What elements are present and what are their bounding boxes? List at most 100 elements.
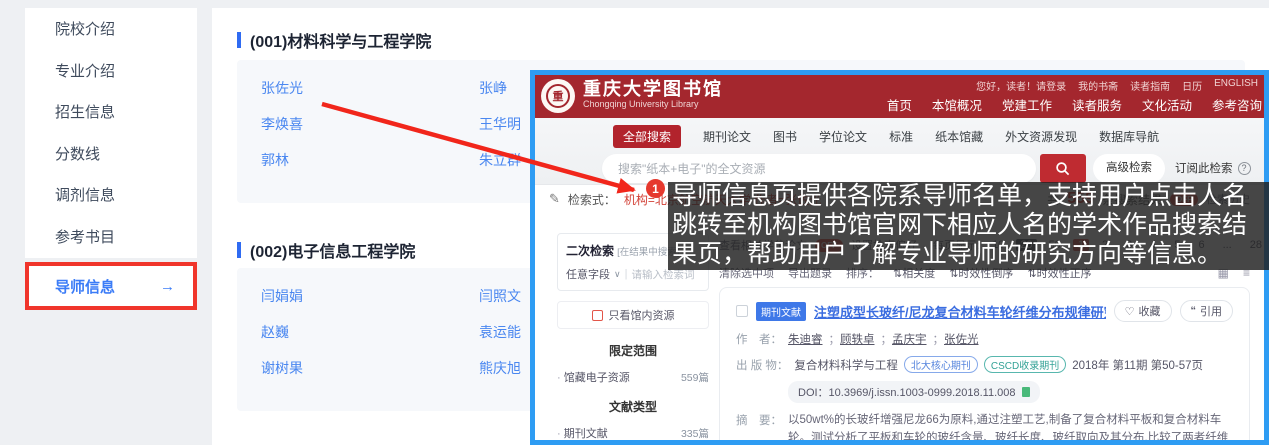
- topbar-link-reader-guide[interactable]: 读者指南: [1130, 78, 1170, 93]
- authors-label: 作 者：: [736, 331, 782, 347]
- topbar-link-english[interactable]: ENGLISH: [1214, 78, 1258, 93]
- section-accent-bar: [237, 242, 241, 258]
- sidebar-item-score-line[interactable]: 分数线: [25, 133, 197, 175]
- sidebar-item-college-intro[interactable]: 院校介绍: [25, 8, 197, 50]
- section-accent-bar: [237, 32, 241, 48]
- section-header-001: (001)材料科学与工程学院: [237, 28, 431, 52]
- result-checkbox[interactable]: [736, 305, 748, 317]
- library-nav: 首页 本馆概况 党建工作 读者服务 文化活动 参考咨询: [887, 95, 1262, 114]
- library-logo: 重: [541, 79, 575, 113]
- result-card: 期刊文献 注塑成型长玻纤/尼龙复合材料车轮纤维分布规律研究 ♡ 收藏 “ 引用 …: [719, 287, 1250, 445]
- tab-paper-holdings[interactable]: 纸本馆藏: [935, 128, 983, 145]
- topbar-link-my-study[interactable]: 我的书斋: [1078, 78, 1118, 93]
- filter-count: 335篇: [681, 426, 709, 441]
- author-link[interactable]: 顾轶卓: [829, 331, 875, 347]
- sidebar-item-admission-info[interactable]: 招生信息: [25, 91, 197, 133]
- field-divider: |: [625, 268, 628, 280]
- only-local-checkbox-row[interactable]: 只看馆内资源: [557, 301, 709, 329]
- subscribe-search-link[interactable]: 订阅此检索 ?: [1175, 160, 1251, 176]
- teacher-link[interactable]: 赵巍: [261, 322, 479, 342]
- search-input[interactable]: [602, 154, 1036, 183]
- abstract-row: 摘 要： 以50wt%的长玻纤增强尼龙66为原料,通过注塑工艺,制备了复合材料平…: [736, 412, 1233, 445]
- checkbox-icon[interactable]: [592, 310, 603, 321]
- search-button[interactable]: [1040, 154, 1086, 183]
- heart-icon: ♡: [1125, 305, 1135, 318]
- publication-row: 出 版 物： 复合材料科学与工程 北大核心期刊 CSCD收录期刊 2018年 第…: [736, 356, 1233, 373]
- search-section: 全部搜索 期刊论文 图书 学位论文 标准 纸本馆藏 外文资源发现 数据库导航 高…: [535, 118, 1264, 185]
- pen-icon: ✎: [549, 191, 560, 207]
- collect-button[interactable]: ♡ 收藏: [1114, 300, 1172, 322]
- tab-journal-papers[interactable]: 期刊论文: [703, 128, 751, 145]
- sidebar-item-major-intro[interactable]: 专业介绍: [25, 50, 197, 92]
- tab-database-nav[interactable]: 数据库导航: [1099, 128, 1159, 145]
- field-select[interactable]: 任意字段: [566, 266, 610, 282]
- library-seal-icon: 重: [546, 84, 570, 108]
- teacher-link[interactable]: 闫娟娟: [261, 286, 479, 306]
- result-title-row: 期刊文献 注塑成型长玻纤/尼龙复合材料车轮纤维分布规律研究 ♡ 收藏 “ 引用: [736, 300, 1233, 322]
- filter-item-eresource[interactable]: 馆藏电子资源 559篇: [557, 369, 709, 385]
- publication-name[interactable]: 复合材料科学与工程: [794, 357, 898, 373]
- teacher-link[interactable]: 李焕喜: [261, 114, 479, 134]
- author-link[interactable]: 张佐光: [933, 331, 979, 347]
- teacher-link[interactable]: 郭林: [261, 150, 479, 170]
- topbar-link-calendar[interactable]: 日历: [1182, 78, 1202, 93]
- quote-icon: “: [1191, 305, 1197, 317]
- help-icon[interactable]: ?: [1238, 162, 1251, 175]
- sidebar: 院校介绍 专业介绍 招生信息 分数线 调剂信息 参考书目: [25, 8, 197, 258]
- advanced-search-button[interactable]: 高级检索: [1093, 154, 1165, 183]
- library-topbar: 您好，读者！请登录 我的书斋 读者指南 日历 ENGLISH: [976, 78, 1258, 93]
- section-title: (002)电子信息工程学院: [250, 238, 415, 262]
- section-title: (001)材料科学与工程学院: [250, 28, 431, 52]
- page: 院校介绍 专业介绍 招生信息 分数线 调剂信息 参考书目 导师信息 → (001…: [0, 0, 1269, 445]
- annotation-step-badge: 1: [646, 179, 665, 198]
- tab-theses[interactable]: 学位论文: [819, 128, 867, 145]
- sidebar-item-adjustment-info[interactable]: 调剂信息: [25, 174, 197, 216]
- nav-reader-service[interactable]: 读者服务: [1072, 95, 1122, 114]
- author-link[interactable]: 朱迪睿: [788, 331, 823, 347]
- greeting-login-link[interactable]: 您好，读者！请登录: [976, 78, 1066, 93]
- cite-label: 引用: [1200, 303, 1222, 319]
- abstract-text: 以50wt%的长玻纤增强尼龙66为原料,通过注塑工艺,制备了复合材料平板和复合材…: [788, 412, 1233, 445]
- tab-books[interactable]: 图书: [773, 128, 797, 145]
- author-link[interactable]: 孟庆宇: [881, 331, 927, 347]
- fulltext-doc-icon[interactable]: [1022, 387, 1030, 397]
- result-title-link[interactable]: 注塑成型长玻纤/尼龙复合材料车轮纤维分布规律研究: [814, 302, 1106, 321]
- arrow-right-icon: →: [160, 278, 175, 295]
- sidebar-item-label: 参考书目: [55, 226, 115, 247]
- nav-party[interactable]: 党建工作: [1002, 95, 1052, 114]
- sidebar-item-mentor-info-highlighted[interactable]: 导师信息 →: [25, 262, 197, 310]
- nav-reference[interactable]: 参考咨询: [1212, 95, 1262, 114]
- filter-group-title-scope: 限定范围: [557, 342, 709, 359]
- nav-culture[interactable]: 文化活动: [1142, 95, 1192, 114]
- query-label: 检索式：: [568, 191, 616, 208]
- library-header: 重 重庆大学图书馆 Chongqing University Library 您…: [535, 75, 1264, 118]
- doc-type-badge: 期刊文献: [756, 302, 806, 321]
- filter-label: 期刊文献: [557, 425, 608, 441]
- collect-label: 收藏: [1139, 303, 1161, 319]
- tab-all-search[interactable]: 全部搜索: [613, 125, 681, 148]
- cite-button[interactable]: “ 引用: [1180, 300, 1234, 322]
- teacher-link[interactable]: 谢树果: [261, 358, 479, 378]
- subscribe-label: 订阅此检索: [1175, 160, 1233, 176]
- chevron-down-icon: ∨: [614, 269, 621, 280]
- search-icon: [1055, 161, 1071, 177]
- tab-foreign-discovery[interactable]: 外文资源发现: [1005, 128, 1077, 145]
- tab-standards[interactable]: 标准: [889, 128, 913, 145]
- nav-about[interactable]: 本馆概况: [932, 95, 982, 114]
- annotation-callout: 导师信息页提供各院系导师名单，支持用户点击人名跳转至机构图书馆官网下相应人名的学…: [668, 182, 1269, 270]
- filter-count: 559篇: [681, 370, 709, 385]
- filter-group-title-doctype: 文献类型: [557, 398, 709, 415]
- nav-home[interactable]: 首页: [887, 95, 912, 114]
- sidebar-item-reference-books[interactable]: 参考书目: [25, 216, 197, 258]
- doi-pill: DOI：10.3969/j.issn.1003-0999.2018.11.008: [788, 381, 1040, 403]
- publication-issue-info: 2018年 第11期 第50-57页: [1072, 357, 1203, 373]
- sidebar-item-label: 调剂信息: [55, 184, 115, 205]
- publication-label: 出 版 物：: [736, 357, 788, 373]
- section-header-002: (002)电子信息工程学院: [237, 238, 415, 262]
- search-tabs: 全部搜索 期刊论文 图书 学位论文 标准 纸本馆藏 外文资源发现 数据库导航: [613, 125, 1159, 148]
- filter-item-journal[interactable]: 期刊文献 335篇: [557, 425, 709, 441]
- library-name: 重庆大学图书馆: [583, 79, 723, 99]
- teacher-link[interactable]: 张佐光: [261, 78, 479, 98]
- doi-text: DOI：10.3969/j.issn.1003-0999.2018.11.008: [798, 384, 1016, 400]
- only-local-label: 只看馆内资源: [609, 307, 675, 323]
